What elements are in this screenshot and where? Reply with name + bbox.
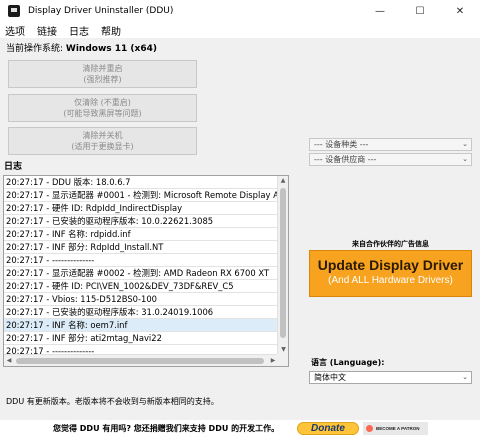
language-value: 简体中文	[314, 373, 346, 382]
log-rows: 20:27:17 - DDU 版本: 18.0.6.7 20:27:17 - 显示…	[4, 176, 278, 354]
window-controls: — ☐ ✕	[360, 0, 480, 22]
device-type-value: --- 设备种类 ---	[314, 140, 369, 149]
scroll-left-icon[interactable]: ◀	[4, 355, 14, 366]
client-area: 当前操作系统: Windows 11 (x64) 清除并重启 (强烈推荐) 仅清…	[0, 38, 480, 420]
log-row[interactable]: 20:27:17 - --------------	[4, 254, 278, 267]
clean-shutdown-label: 清除并关机	[82, 131, 123, 140]
donate-button[interactable]: Donate	[297, 422, 359, 435]
device-vendor-value: --- 设备供应商 ---	[314, 155, 377, 164]
device-vendor-select[interactable]: --- 设备供应商 --- ⌄	[309, 153, 472, 166]
status-message: DDU 有更新版本。老版本将不会收到与新版本相同的支持。	[6, 397, 219, 406]
menu-bar: 选项 链接 日志 帮助	[0, 22, 480, 38]
log-row[interactable]: 20:27:17 - 显示适配器 #0002 - 检测到: AMD Radeon…	[4, 267, 278, 280]
log-list[interactable]: 20:27:17 - DDU 版本: 18.0.6.7 20:27:17 - 显示…	[3, 175, 289, 367]
log-row[interactable]: 20:27:17 - INF 部分: ati2mtag_Navi22	[4, 332, 278, 345]
menu-help[interactable]: 帮助	[101, 23, 121, 38]
clean-only-button[interactable]: 仅清除 (不重启) (可能导致黑屏等问题)	[8, 94, 197, 122]
log-row[interactable]: 20:27:17 - 已安装的驱动程序版本: 31.0.24019.1006	[4, 306, 278, 319]
ad-subline: (And ALL Hardware Drivers)	[328, 275, 453, 286]
log-row[interactable]: 20:27:17 - INF 名称: rdpidd.inf	[4, 228, 278, 241]
menu-options[interactable]: 选项	[5, 23, 25, 38]
patreon-icon	[366, 425, 373, 432]
log-row[interactable]: 20:27:17 - 显示适配器 #0001 - 检测到: Microsoft …	[4, 189, 278, 202]
device-type-select[interactable]: --- 设备种类 --- ⌄	[309, 138, 472, 151]
chevron-down-icon: ⌄	[462, 155, 468, 163]
ad-headline: Update Display Driver	[317, 257, 464, 273]
log-vertical-scrollbar[interactable]: ▲ ▼	[277, 176, 288, 355]
ad-banner[interactable]: Update Display Driver (And ALL Hardware …	[309, 250, 472, 297]
window-title: Display Driver Uninstaller (DDU)	[28, 6, 174, 16]
menu-links[interactable]: 链接	[37, 23, 57, 38]
minimize-button[interactable]: —	[360, 0, 400, 22]
title-bar: Display Driver Uninstaller (DDU) — ☐ ✕	[0, 0, 480, 22]
clean-restart-button[interactable]: 清除并重启 (强烈推荐)	[8, 60, 197, 88]
log-row[interactable]: 20:27:17 - 已安装的驱动程序版本: 10.0.22621.3085	[4, 215, 278, 228]
log-title: 日志	[4, 162, 23, 172]
footer: 您觉得 DDU 有用吗? 您还捐赠我们来支持 DDU 的开发工作。 Donate…	[0, 420, 480, 437]
log-horizontal-scrollbar[interactable]: ◀ ▶	[4, 354, 278, 366]
scroll-thumb[interactable]	[280, 188, 286, 338]
log-row[interactable]: 20:27:17 - 硬件 ID: RdpIdd_IndirectDisplay	[4, 202, 278, 215]
menu-log[interactable]: 日志	[69, 23, 89, 38]
patron-button[interactable]: BECOME A PATRON	[363, 422, 428, 435]
scroll-up-icon[interactable]: ▲	[278, 176, 288, 186]
language-select[interactable]: 简体中文 ⌄	[309, 371, 472, 384]
log-row[interactable]: 20:27:17 - DDU 版本: 18.0.6.7	[4, 176, 278, 189]
clean-restart-label: 清除并重启	[82, 64, 123, 73]
log-row[interactable]: 20:27:17 - INF 部分: RdpIdd_Install.NT	[4, 241, 278, 254]
language-label: 语言 (Language):	[311, 358, 385, 367]
hscroll-thumb[interactable]	[16, 358, 264, 364]
patron-label: BECOME A PATRON	[376, 426, 420, 431]
maximize-button[interactable]: ☐	[400, 0, 440, 22]
chevron-down-icon: ⌄	[462, 373, 468, 381]
log-row[interactable]: 20:27:17 - Vbios: 115-D512BS0-100	[4, 293, 278, 306]
footer-text: 您觉得 DDU 有用吗? 您还捐赠我们来支持 DDU 的开发工作。	[53, 424, 280, 433]
os-value: Windows 11 (x64)	[65, 44, 157, 54]
clean-only-label: 仅清除 (不重启)	[74, 98, 131, 107]
clean-shutdown-note: (适用于更换显卡)	[71, 142, 134, 151]
log-row[interactable]: 20:27:17 - --------------	[4, 345, 278, 354]
clean-shutdown-button[interactable]: 清除并关机 (适用于更换显卡)	[8, 127, 197, 155]
clean-only-note: (可能导致黑屏等问题)	[63, 109, 142, 118]
os-label: 当前操作系统:	[6, 44, 64, 54]
app-icon	[8, 5, 20, 17]
clean-restart-note: (强烈推荐)	[83, 75, 122, 84]
log-row[interactable]: 20:27:17 - 硬件 ID: PCI\VEN_1002&DEV_73DF&…	[4, 280, 278, 293]
scroll-corner	[276, 354, 288, 366]
ad-label: 来自合作伙伴的广告信息	[352, 240, 429, 248]
log-row[interactable]: 20:27:17 - INF 名称: oem7.inf	[4, 319, 278, 332]
close-button[interactable]: ✕	[440, 0, 480, 22]
chevron-down-icon: ⌄	[462, 140, 468, 148]
os-info: 当前操作系统: Windows 11 (x64)	[6, 41, 157, 54]
